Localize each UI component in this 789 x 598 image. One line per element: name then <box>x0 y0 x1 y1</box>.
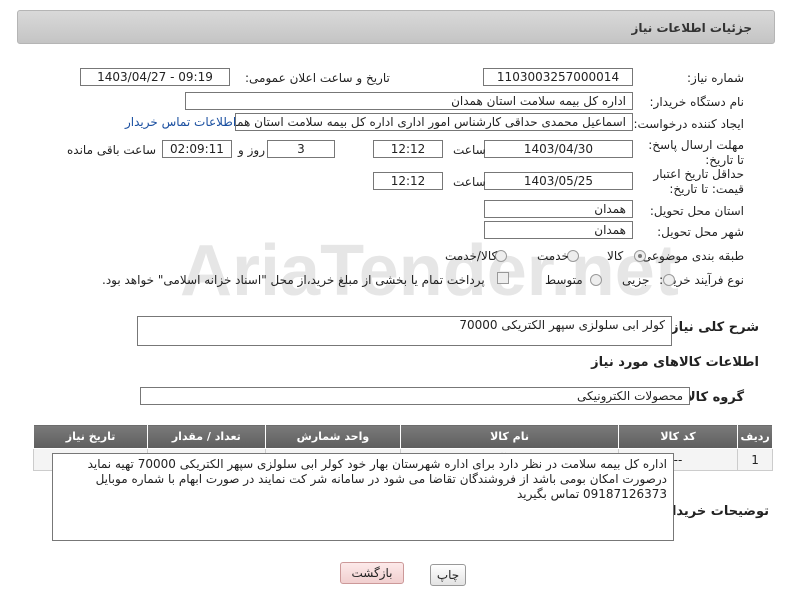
province-label: استان محل تحویل: <box>649 204 744 218</box>
back-button[interactable]: بازگشت <box>340 562 404 584</box>
payment-checkbox[interactable] <box>497 272 509 284</box>
description-field: کولر ابی سلولزی سپهر الکتریکی 70000 <box>137 316 672 346</box>
print-button[interactable]: چاپ <box>430 564 466 586</box>
deadline-time-label: ساعت <box>453 143 486 157</box>
goods-section-title: اطلاعات کالاهای مورد نیاز <box>591 355 759 370</box>
city-field: همدان <box>484 221 633 239</box>
page-title: جزئیات اطلاعات نیاز <box>631 21 752 35</box>
payment-note: پرداخت تمام یا بخشی از مبلغ خرید،از محل … <box>102 273 485 287</box>
validity-date-field: 1403/05/25 <box>484 172 633 190</box>
need-number-label: شماره نیاز: <box>687 71 744 85</box>
col-unit-header: واحد شمارش <box>264 424 402 449</box>
announce-label: تاریخ و ساعت اعلان عمومی: <box>245 71 390 85</box>
buyer-notes-label: توضیحات خریدار: <box>659 504 769 519</box>
col-code-header: کد کالا <box>617 424 739 449</box>
deadline-date-field: 1403/04/30 <box>484 140 633 158</box>
col-row-header: ردیف <box>737 424 773 449</box>
process-option-minor: جزیی <box>622 273 650 287</box>
cell-row: 1 <box>737 448 773 471</box>
col-date-header: تاریخ نیاز <box>32 424 149 449</box>
category-label: طبقه بندی موضوعی: <box>637 249 744 263</box>
watermark: AriaTender.net <box>180 231 679 311</box>
need-number-field: 1103003257000014 <box>483 68 633 86</box>
creator-label: ایجاد کننده درخواست: <box>633 117 744 131</box>
goods-group-label: گروه کالا: <box>680 390 744 405</box>
buyer-contact-link[interactable]: اطلاعات تماس خریدار <box>125 115 236 129</box>
validity-time-label: ساعت <box>453 175 486 189</box>
process-option-medium: متوسط <box>545 273 583 287</box>
col-name-header: نام کالا <box>400 424 619 449</box>
category-option-goods-service: کالا/خدمت <box>445 249 498 263</box>
validity-label: حداقل تاریخ اعتبار قیمت: تا تاریخ: <box>653 167 744 196</box>
days-field: 3 <box>267 140 335 158</box>
buyer-notes-field: اداره کل بیمه سلامت در نظر دارد برای ادا… <box>52 453 674 541</box>
validity-time-field: 12:12 <box>373 172 443 190</box>
province-field: همدان <box>484 200 633 218</box>
announce-field: 1403/04/27 - 09:19 <box>80 68 230 86</box>
city-label: شهر محل تحویل: <box>657 225 744 239</box>
remaining-label: ساعت باقی مانده <box>67 143 157 157</box>
days-label: روز و <box>238 143 265 157</box>
process-radio-medium[interactable] <box>590 274 602 286</box>
goods-group-field: محصولات الکترونیکی <box>140 387 690 405</box>
description-label: شرح کلی نیاز: <box>665 320 759 335</box>
deadline-label: مهلت ارسال پاسخ: تا تاریخ: <box>648 138 744 167</box>
deadline-time-field: 12:12 <box>373 140 443 158</box>
buyer-label: نام دستگاه خریدار: <box>649 95 745 109</box>
header-bar: جزئیات اطلاعات نیاز <box>17 10 775 44</box>
creator-field: اسماعیل محمدی حداقی کارشناس امور اداری ا… <box>235 113 633 131</box>
category-radio-goods[interactable] <box>634 250 646 262</box>
category-option-service: خدمت <box>537 249 569 263</box>
category-option-goods: کالا <box>607 249 624 263</box>
process-radio-minor[interactable] <box>663 274 675 286</box>
col-qty-header: تعداد / مقدار <box>147 424 266 449</box>
buyer-field: اداره کل بیمه سلامت استان همدان <box>185 92 633 110</box>
remaining-time-field: 02:09:11 <box>162 140 232 158</box>
